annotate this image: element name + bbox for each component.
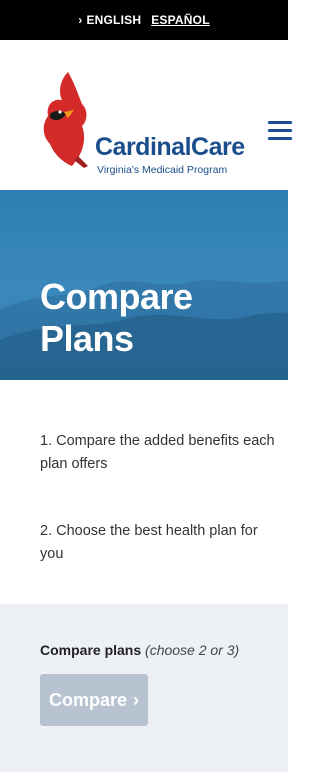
compare-button[interactable]: Compare › [40,674,148,726]
logo-tagline: Virginia's Medicaid Program [97,164,228,176]
site-header: CardinalCare Virginia's Medicaid Program [0,40,292,191]
compare-plans-heading: Compare plans [40,642,142,658]
compare-plans-hint: (choose 2 or 3) [145,642,240,658]
logo-wordmark: CardinalCare [95,133,245,161]
page-title: Compare Plans [40,276,193,359]
compare-plans-label: Compare plans (choose 2 or 3) [40,642,239,658]
language-english-link[interactable]: ENGLISH [78,13,141,27]
chevron-right-icon: › [133,689,140,710]
compare-button-label: Compare [48,689,128,710]
hero-banner: Compare Plans [0,190,288,380]
language-bar: ENGLISH ESPAÑOL [0,0,288,40]
step-choose-plan: 2. Choose the best health plan for you [40,523,258,562]
step-compare-benefits: 1. Compare the added benefits each plan … [40,433,275,472]
cardinal-bird-icon [43,72,88,168]
language-espanol-link[interactable]: ESPAÑOL [151,13,210,27]
hamburger-menu-icon[interactable] [268,121,292,143]
